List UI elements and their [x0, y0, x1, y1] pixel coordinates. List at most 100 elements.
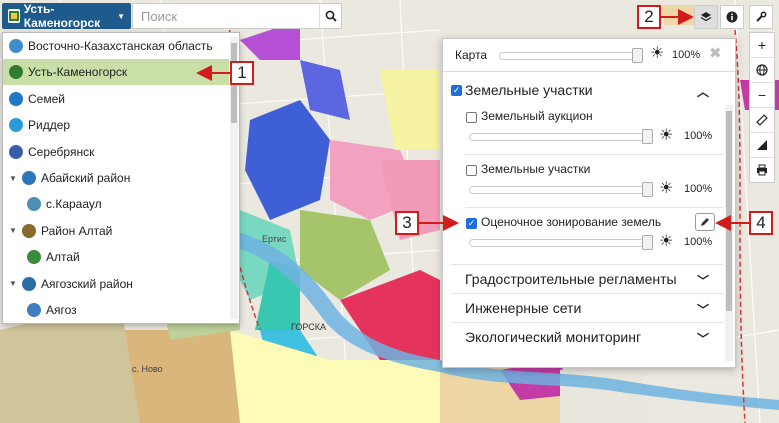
chevron-down-icon: ▼	[117, 11, 125, 21]
map-label-ertis: Ертис	[262, 234, 287, 244]
dropdown-item-label: Район Алтай	[41, 223, 113, 238]
dropdown-item-label: Абайский район	[41, 171, 131, 185]
region-emblem-icon	[22, 171, 36, 185]
search-button[interactable]	[319, 4, 341, 28]
dropdown-item[interactable]: Семей	[3, 86, 229, 112]
search-icon	[325, 10, 337, 22]
group-title[interactable]: Земельные участки	[465, 82, 593, 98]
group-checkbox[interactable]: ✓	[451, 85, 462, 96]
dropdown-item-label: Семей	[28, 91, 65, 106]
tools-button[interactable]	[749, 5, 773, 29]
chevron-down-icon[interactable]: ▼	[9, 226, 17, 235]
layer-group-header[interactable]: Экологический мониторинг	[465, 329, 641, 345]
callout-3: 3	[395, 211, 419, 235]
ruler-button[interactable]	[750, 108, 774, 133]
map-controls: + −	[749, 32, 775, 183]
edit-layer-button[interactable]	[695, 213, 715, 231]
tools-icon	[756, 11, 767, 22]
dropdown-item-label: Алтай	[46, 250, 80, 265]
print-icon	[757, 164, 767, 176]
layer-opacity-value: 100%	[684, 130, 713, 142]
ruler-icon	[756, 114, 768, 126]
dropdown-item-label: Усть-Каменогорск	[28, 65, 128, 80]
chevron-down-icon[interactable]: ﹀	[697, 301, 709, 318]
globe-icon	[756, 64, 768, 76]
layer-group-header[interactable]: Инженерные сети	[465, 300, 581, 316]
dropdown-item-label: Аягоз	[46, 303, 77, 317]
dropdown-item[interactable]: ▼ Абайский район	[3, 165, 229, 191]
dropdown-item[interactable]: Восточно-Казахстанская область	[3, 33, 229, 59]
callout-2: 2	[637, 5, 661, 29]
chevron-down-icon[interactable]: ▼	[9, 279, 17, 288]
layer-opacity-value: 100%	[684, 183, 713, 195]
area-measure-button[interactable]	[750, 133, 774, 158]
region-emblem-icon	[9, 118, 23, 133]
base-map-opacity-slider[interactable]	[499, 48, 643, 63]
info-button[interactable]	[720, 5, 744, 29]
zoom-in-button[interactable]: +	[750, 33, 774, 58]
dropdown-item[interactable]: Аягоз	[3, 297, 229, 323]
layers-icon	[700, 12, 712, 22]
dropdown-item-label: с.Карааул	[46, 197, 102, 212]
sun-icon: ☀	[659, 233, 674, 250]
dropdown-item[interactable]: Риддер	[3, 112, 229, 138]
layer-opacity-slider[interactable]	[469, 129, 653, 144]
layer-label: Оценочное зонирование земель	[481, 215, 662, 229]
panel-scrollbar[interactable]	[725, 105, 733, 361]
dropdown-item-label: Риддер	[28, 118, 71, 133]
dropdown-item[interactable]: ▼ Район Алтай	[3, 218, 229, 244]
info-icon	[726, 11, 738, 23]
print-button[interactable]	[750, 158, 774, 182]
layer-opacity-value: 100%	[684, 236, 713, 248]
layers-button[interactable]	[694, 5, 718, 29]
layer-checkbox[interactable]	[466, 112, 477, 123]
dropdown-item[interactable]: ▼ Аягозский район	[3, 271, 229, 297]
chevron-down-icon[interactable]: ﹀	[697, 330, 709, 347]
region-emblem-icon	[27, 250, 41, 265]
layer-label: Земельный аукцион	[481, 109, 593, 123]
region-emblem-icon	[9, 65, 23, 80]
region-emblem-icon	[9, 144, 23, 159]
dropdown-item[interactable]: Алтай	[3, 244, 229, 270]
city-emblem-icon	[8, 9, 20, 23]
dropdown-item-label: Серебрянск	[28, 144, 95, 159]
layer-opacity-slider[interactable]	[469, 182, 653, 197]
region-emblem-icon	[22, 223, 36, 238]
layers-panel: Карта ☀ 100% ✖ ✓ Земельные участки ︿ Зем…	[442, 38, 736, 368]
area-measure-icon	[757, 140, 767, 150]
region-emblem-icon	[27, 197, 41, 212]
layer-label: Земельные участки	[481, 162, 591, 176]
close-icon[interactable]: ✖	[709, 44, 722, 62]
region-emblem-icon	[27, 303, 41, 317]
callout-4: 4	[749, 211, 773, 235]
dropdown-item-label: Восточно-Казахстанская область	[28, 39, 213, 53]
chevron-up-icon[interactable]: ︿	[697, 83, 709, 100]
dropdown-item[interactable]: с.Карааул	[3, 191, 229, 217]
layer-opacity-slider[interactable]	[469, 235, 653, 250]
dropdown-item[interactable]: Усть-Каменогорск	[3, 59, 229, 86]
region-emblem-icon	[9, 91, 23, 106]
pencil-icon	[701, 218, 709, 226]
base-map-opacity-value: 100%	[672, 49, 701, 61]
layer-group-header[interactable]: Градостроительные регламенты	[465, 271, 677, 287]
zoom-out-button[interactable]: −	[750, 83, 774, 108]
zoom-out-icon: −	[757, 87, 767, 103]
city-select-label: Усть-Каменогорск	[23, 2, 101, 30]
search-input[interactable]	[133, 4, 319, 28]
dropdown-item-label: Аягозский район	[41, 276, 133, 291]
sun-icon: ☀	[659, 180, 674, 197]
globe-button[interactable]	[750, 58, 774, 83]
region-emblem-icon	[22, 276, 36, 291]
dropdown-item[interactable]: Серебрянск	[3, 139, 229, 165]
search-box	[132, 3, 342, 29]
layer-checkbox[interactable]: ✓	[466, 218, 477, 229]
city-dropdown-list: Восточно-Казахстанская область Усть-Камен…	[2, 32, 240, 324]
map-label-village: с. Ново	[132, 364, 163, 374]
base-map-label: Карта	[455, 48, 488, 62]
chevron-down-icon[interactable]: ﹀	[697, 272, 709, 289]
city-select-button[interactable]: Усть-Каменогорск ▼	[2, 2, 131, 30]
chevron-down-icon[interactable]: ▼	[9, 174, 17, 183]
map-label-city: ГОРСКА	[291, 322, 326, 332]
sun-icon: ☀	[650, 45, 665, 62]
layer-checkbox[interactable]	[466, 165, 477, 176]
